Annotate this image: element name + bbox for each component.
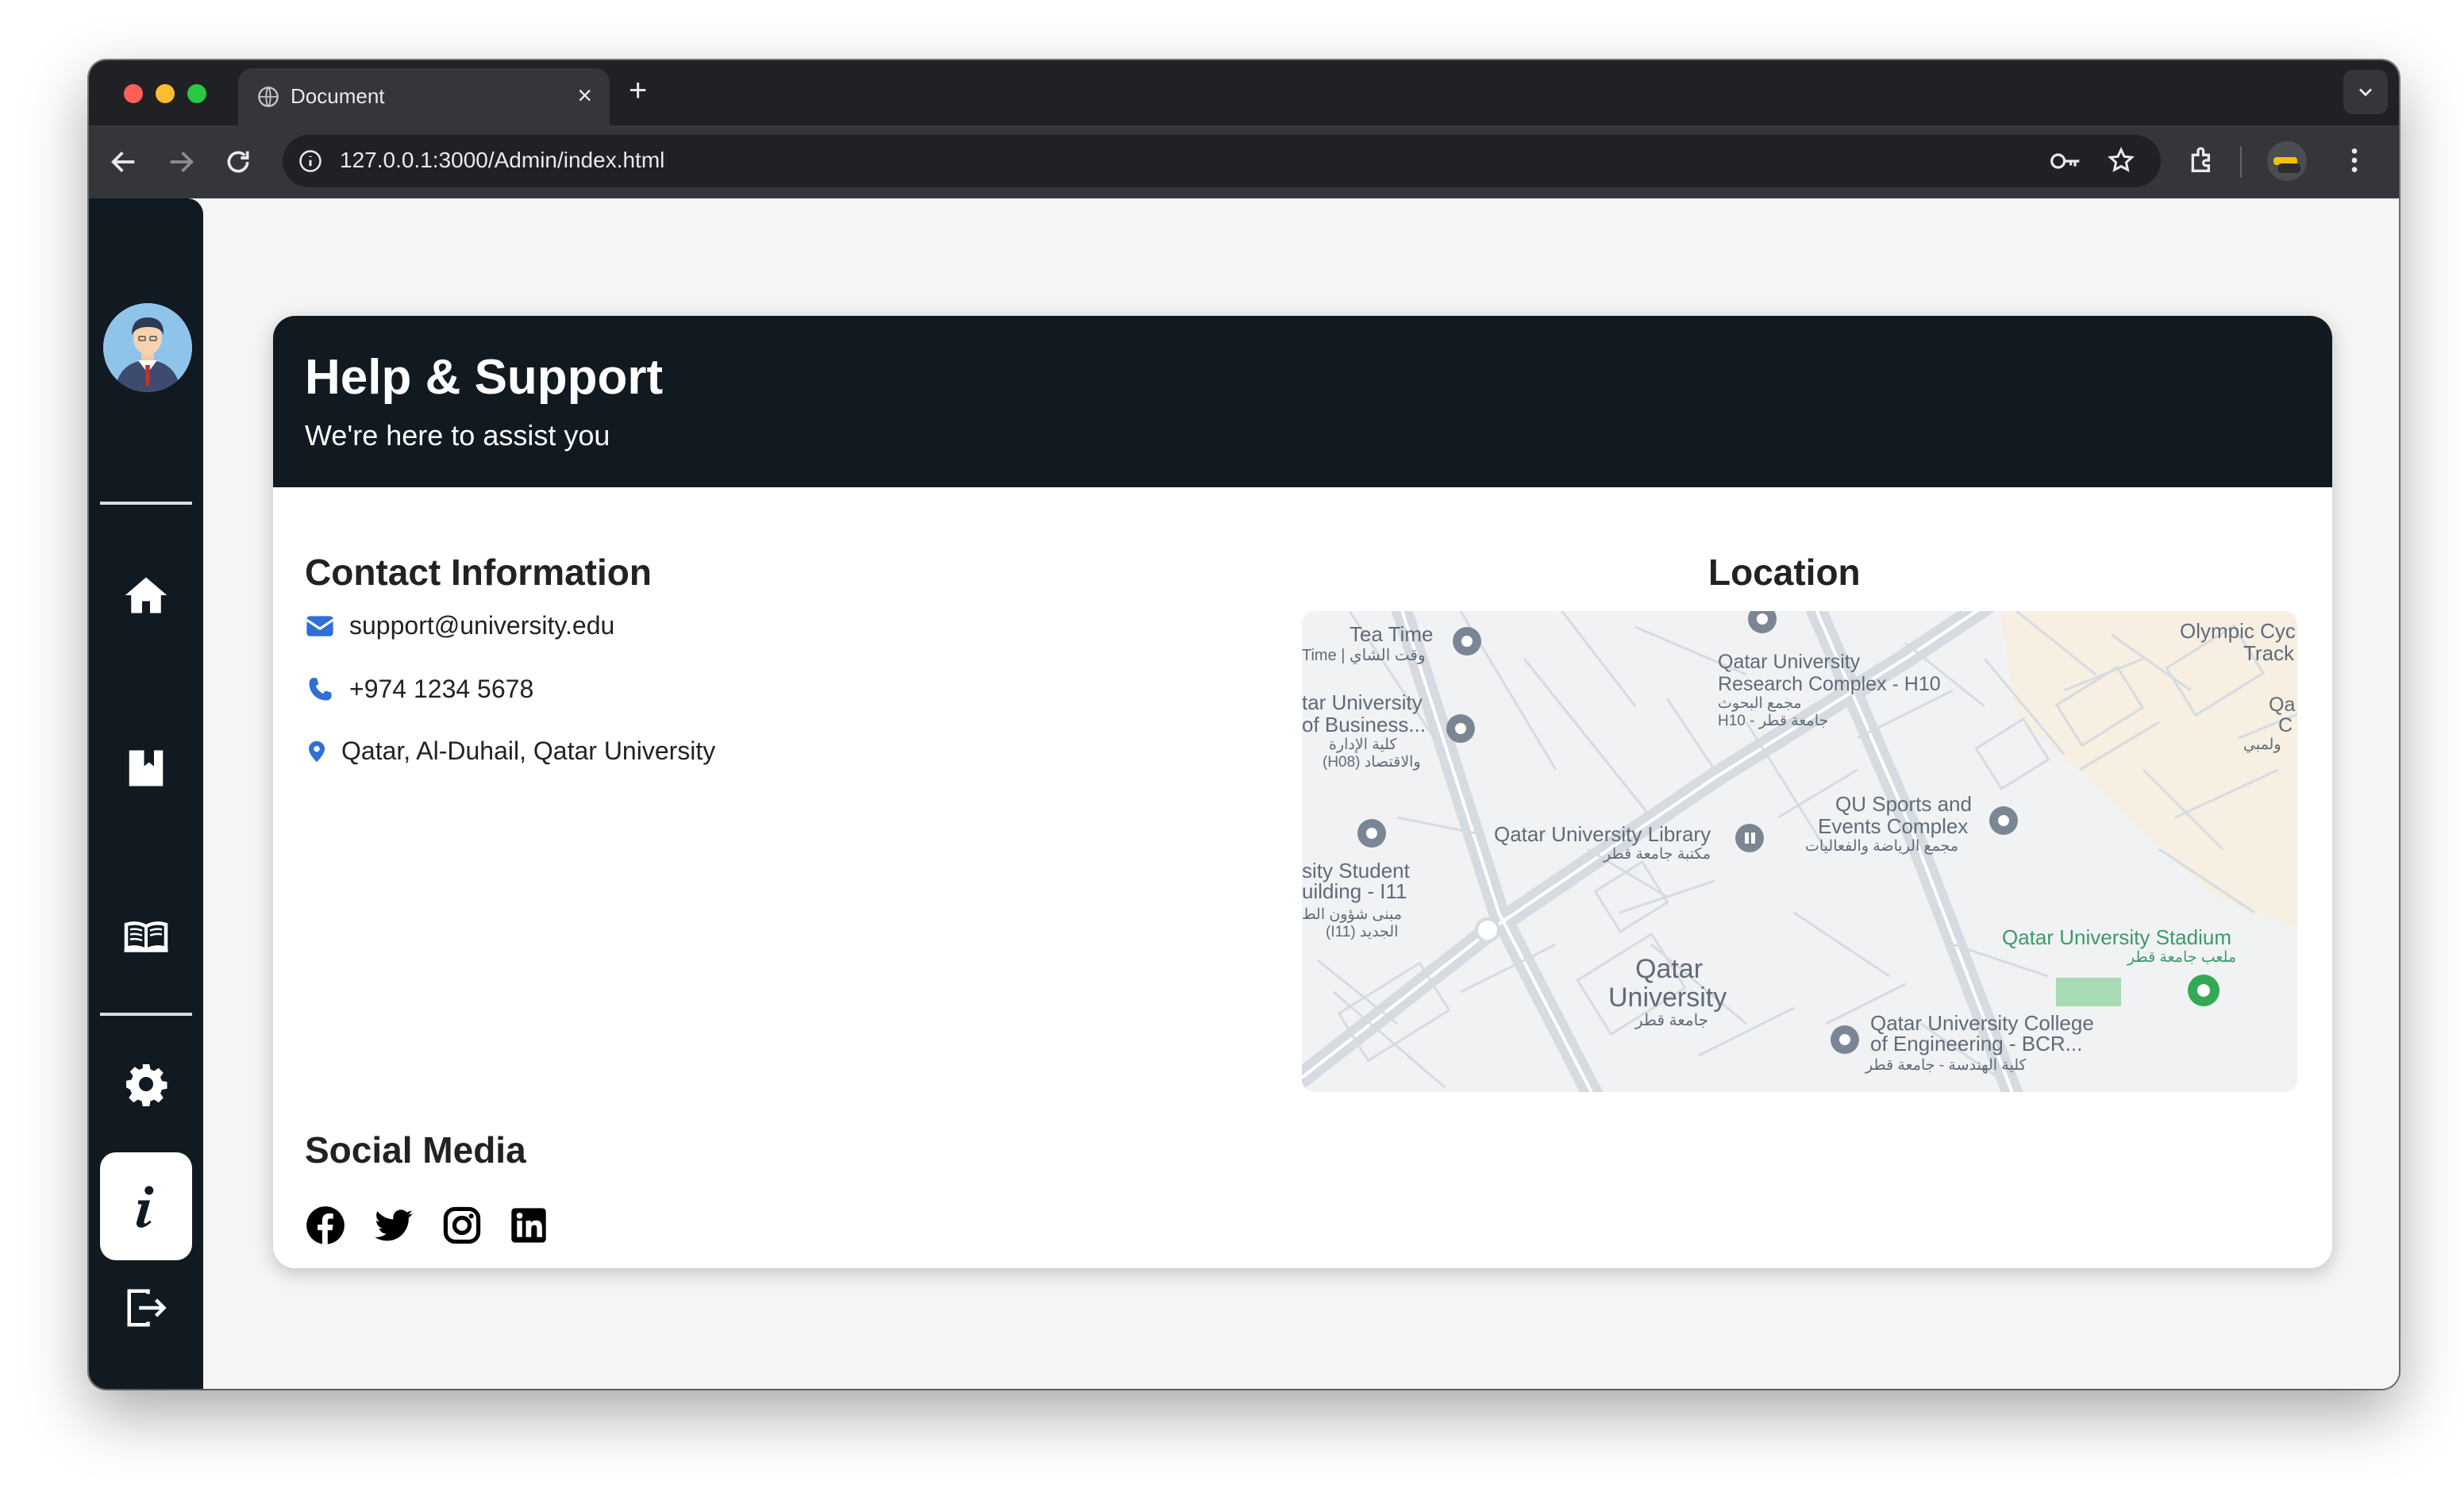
address-bar[interactable]: 127.0.0.1:3000/Admin/index.html — [283, 135, 2161, 187]
tab-close-icon[interactable]: × — [577, 79, 592, 111]
browser-window: Document × + 127.0.0.1:3000/Admin/index.… — [89, 60, 2399, 1389]
map-label: Qa — [2269, 694, 2295, 716]
map-label: كلية الإدارة — [1329, 736, 1397, 753]
logout-icon[interactable] — [122, 1284, 170, 1332]
instagram-icon[interactable] — [441, 1205, 483, 1246]
url-text[interactable]: 127.0.0.1:3000/Admin/index.html — [340, 148, 664, 173]
map-label: University — [1608, 982, 1727, 1013]
bookmark-star-icon[interactable] — [2107, 146, 2135, 175]
map-canvas: Tea Time Time | وقت الشاي Qatar Universi… — [1302, 611, 2297, 1092]
home-icon[interactable] — [122, 571, 170, 619]
map-label: مكتبة جامعة قطر — [1603, 846, 1711, 863]
tab-strip: Document × + — [89, 60, 2399, 125]
minimize-window-button[interactable] — [156, 84, 175, 103]
page-subtitle: We're here to assist you — [305, 419, 610, 452]
sidebar-item-info[interactable] — [100, 1152, 192, 1260]
new-tab-button[interactable]: + — [629, 73, 647, 108]
twitter-icon[interactable] — [373, 1205, 414, 1246]
map-label: مجمع البحوث — [1718, 695, 1802, 712]
browser-toolbar: 127.0.0.1:3000/Admin/index.html — [89, 125, 2399, 198]
profile-avatar[interactable] — [2267, 141, 2307, 181]
map-pin-icon — [309, 740, 325, 763]
map-label: C — [2278, 714, 2293, 736]
help-support-card: Help & Support We're here to assist you … — [273, 316, 2332, 1268]
map-label: (I11) الجديد — [1326, 924, 1399, 940]
chevron-down-icon — [2359, 88, 2372, 97]
map-label: Time | وقت الشاي — [1302, 647, 1426, 664]
gear-icon[interactable] — [122, 1060, 170, 1108]
map-label: Qatar University Library — [1494, 822, 1711, 846]
tab-title: Document — [291, 84, 385, 108]
map-label: Track Ma — [2243, 641, 2297, 665]
sidebar-divider — [100, 1013, 192, 1016]
page-content: Help & Support We're here to assist you … — [89, 198, 2399, 1389]
map-label: Qatar — [1635, 954, 1703, 984]
map-label: (H08) والاقتصاد — [1322, 754, 1421, 771]
more-vert-icon[interactable] — [2339, 144, 2370, 176]
maximize-window-button[interactable] — [187, 84, 206, 103]
forward-icon[interactable] — [165, 146, 197, 178]
map-label: Research Complex - H10 — [1718, 673, 1941, 695]
map-label: Tea Time — [1349, 622, 1434, 646]
info-icon — [136, 1186, 154, 1228]
bookmark-icon[interactable] — [122, 744, 170, 792]
contact-section-title: Contact Information — [305, 552, 652, 593]
contact-email[interactable]: support@university.edu — [349, 611, 614, 640]
map-label: Olympic Cyc — [2180, 619, 2296, 643]
map-label: مبنى شؤون الط — [1302, 906, 1402, 923]
back-icon[interactable] — [108, 146, 140, 178]
map-label: ملعب جامعة قطر — [2127, 949, 2236, 966]
tab-search-button[interactable] — [2343, 70, 2388, 114]
map-label: QU Sports and — [1835, 792, 1972, 816]
linkedin-icon[interactable] — [508, 1205, 549, 1246]
contact-phone[interactable]: +974 1234 5678 — [349, 675, 533, 704]
card-header: Help & Support We're here to assist you — [273, 316, 2332, 487]
location-map[interactable]: Tea Time Time | وقت الشاي Qatar Universi… — [1302, 611, 2297, 1092]
map-label: H10 - جامعة قطر — [1718, 713, 1828, 729]
map-label: ولمبي — [2243, 736, 2281, 753]
page-title: Help & Support — [305, 350, 664, 405]
toolbar-divider — [2240, 146, 2242, 178]
sidebar — [89, 198, 203, 1389]
map-label: Qatar University Stadium — [2002, 925, 2231, 949]
map-label: كلية الهندسة - جامعة قطر — [1865, 1057, 2027, 1074]
map-label: uilding - I11 — [1302, 879, 1407, 903]
extensions-icon[interactable] — [2186, 144, 2218, 176]
contact-address: Qatar, Al-Duhail, Qatar University — [341, 736, 716, 765]
map-label: tar University — [1302, 690, 1423, 714]
location-section-title: Location — [1708, 552, 1861, 593]
map-label: Qatar University — [1718, 651, 1861, 673]
map-label: of Engineering - BCR... — [1870, 1032, 2082, 1056]
phone-icon — [309, 677, 332, 701]
social-section-title: Social Media — [305, 1129, 526, 1171]
facebook-icon[interactable] — [305, 1205, 346, 1246]
map-label: of Business... — [1302, 713, 1426, 736]
browser-tab[interactable]: Document × — [238, 68, 610, 125]
close-window-button[interactable] — [124, 84, 143, 103]
map-label: جامعة قطر — [1634, 1012, 1708, 1029]
map-label: مجمع الرياضة والفعاليات — [1805, 838, 1958, 855]
user-avatar-icon — [103, 303, 192, 392]
password-key-icon[interactable] — [2050, 148, 2081, 174]
envelope-icon — [306, 616, 334, 636]
globe-icon — [258, 87, 279, 107]
avatar[interactable] — [103, 303, 192, 392]
reload-icon[interactable] — [222, 146, 254, 178]
open-book-icon[interactable] — [122, 913, 170, 960]
site-info-icon[interactable] — [298, 149, 322, 173]
map-label: Events Complex — [1818, 814, 1968, 838]
sidebar-divider — [100, 502, 192, 505]
